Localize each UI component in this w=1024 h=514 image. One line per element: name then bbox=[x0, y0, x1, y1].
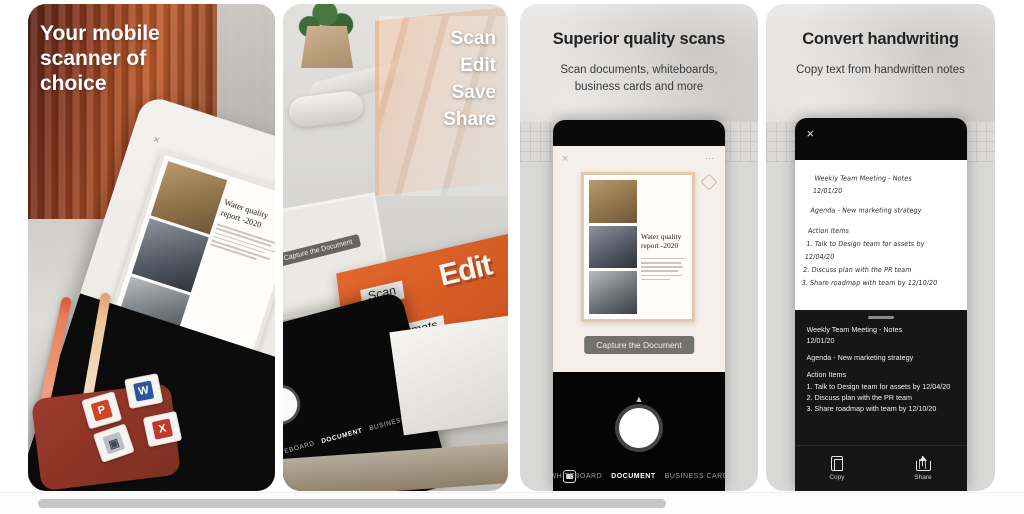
screenshot-panel-2[interactable]: Edit Scan Edit File formats Share Captur… bbox=[283, 4, 508, 491]
panel-4-title: Convert handwriting bbox=[802, 30, 959, 48]
magic-crop-icon[interactable] bbox=[700, 173, 718, 191]
screenshot-panel-4[interactable]: Convert handwriting Copy text from handw… bbox=[766, 4, 995, 491]
share-icon bbox=[916, 456, 932, 471]
highway-interchange-photo bbox=[589, 225, 637, 269]
panel-2-headline: Scan Edit Save Share bbox=[443, 26, 496, 134]
headline-line-1: Scan bbox=[450, 28, 496, 49]
headline-line-1: Your mobile bbox=[40, 22, 160, 45]
headline-line-2: scanner of bbox=[40, 46, 147, 70]
copy-label: Copy bbox=[829, 474, 845, 481]
handwritten-line: 2. Discuss plan with the PR team bbox=[802, 265, 912, 275]
mode-document[interactable]: DOCUMENT bbox=[321, 427, 364, 445]
panel-3-scene: Superior quality scans Scan documents, w… bbox=[520, 4, 758, 491]
screenshot-panel-1[interactable]: × ⋯ Water quality report -2020 bbox=[28, 4, 275, 491]
share-button[interactable]: Share bbox=[914, 456, 932, 481]
red-mat: P W ▣ X bbox=[30, 373, 183, 491]
capture-document-button[interactable]: Capture the Document bbox=[584, 336, 694, 354]
handwritten-line: 12/01/20 bbox=[811, 186, 843, 196]
screenshot-panel-3[interactable]: Superior quality scans Scan documents, w… bbox=[520, 4, 758, 491]
panel-4-scene: Convert handwriting Copy text from handw… bbox=[766, 4, 995, 491]
sheet-grabber-handle[interactable] bbox=[867, 316, 894, 319]
copy-icon bbox=[830, 456, 843, 471]
subtitle-line-2: business cards and more bbox=[574, 80, 704, 93]
panel-2-scene: Edit Scan Edit File formats Share Captur… bbox=[283, 4, 508, 491]
headline-line-2: Edit bbox=[460, 54, 496, 76]
mode-business-card[interactable]: BUSINESS CARD bbox=[665, 473, 725, 480]
converted-line: 1. Talk to Design team for assets by 12/… bbox=[806, 381, 951, 391]
converted-text: Weekly Team Meeting - Notes 12/01/20 Age… bbox=[807, 324, 955, 414]
chevron-up-icon[interactable]: ▲ bbox=[635, 394, 644, 404]
handwritten-note-sheet: Weekly Team Meeting - Notes 12/01/20 Age… bbox=[794, 160, 967, 310]
handwritten-line: 3. Share roadmap with team by 12/10/20 bbox=[800, 278, 938, 288]
converted-line: 2. Discuss plan with the PR team bbox=[806, 392, 912, 402]
plant-pot bbox=[301, 26, 353, 68]
screenshot-gallery[interactable]: × ⋯ Water quality report -2020 bbox=[0, 0, 1024, 514]
word-glyph: W bbox=[133, 380, 155, 402]
headline-line-4: Share bbox=[443, 108, 496, 130]
more-options-icon[interactable]: ⋯ bbox=[705, 153, 715, 164]
horizontal-scrollbar-thumb[interactable] bbox=[38, 499, 666, 508]
panel-3-subtitle: Scan documents, whiteboards, business ca… bbox=[520, 62, 758, 95]
converted-line: Agenda - New marketing strategy bbox=[806, 353, 914, 363]
shutter-button[interactable] bbox=[619, 408, 659, 448]
open-notebook bbox=[389, 314, 508, 436]
close-icon[interactable]: × bbox=[807, 126, 815, 141]
handwritten-line: Agenda - New marketing strategy bbox=[809, 206, 922, 216]
handwritten-line: 1. Talk to Design team for assets by 12/… bbox=[803, 239, 925, 262]
handwritten-note-text: Weekly Team Meeting - Notes 12/01/20 Age… bbox=[800, 172, 961, 290]
scanned-document-preview: Water quality report -2020 bbox=[581, 172, 695, 322]
image-icon-tile: ▣ bbox=[92, 423, 135, 463]
soil-erosion-photo bbox=[589, 180, 637, 223]
subtitle-line-1: Scan documents, whiteboards, bbox=[560, 64, 718, 76]
excel-icon-tile: X bbox=[142, 410, 183, 448]
document-title-line-2: report -2020 bbox=[641, 241, 679, 251]
excel-glyph: X bbox=[151, 418, 174, 440]
close-icon[interactable]: × bbox=[151, 134, 161, 147]
phone-status-bar: × bbox=[794, 118, 967, 160]
panel-1-scene: × ⋯ Water quality report -2020 bbox=[28, 4, 275, 491]
headline-line-3: choice bbox=[40, 71, 107, 95]
handwritten-line: Weekly Team Meeting - Notes bbox=[813, 173, 912, 183]
phone-status-bar bbox=[553, 120, 725, 146]
horizontal-scrollbar-track[interactable] bbox=[0, 492, 1024, 514]
share-label: Share bbox=[914, 474, 932, 481]
bridge-structure-photo bbox=[589, 271, 637, 315]
phone-device-mockup[interactable]: × Weekly Team Meeting - Notes 12/01/20 A… bbox=[794, 118, 967, 491]
handwritten-line: Action Items bbox=[806, 226, 850, 235]
powerpoint-glyph: P bbox=[90, 399, 113, 422]
converted-line: Weekly Team Meeting - Notes bbox=[806, 325, 903, 334]
document-body-text bbox=[641, 257, 687, 281]
word-icon-tile: W bbox=[124, 373, 164, 410]
copy-button[interactable]: Copy bbox=[829, 456, 845, 481]
converted-text-sheet: Weekly Team Meeting - Notes 12/01/20 Age… bbox=[794, 310, 967, 491]
scan-preview-screen: × ⋯ Water quality report -2020 Capture t… bbox=[553, 146, 725, 372]
headline-line-3: Save bbox=[451, 81, 496, 103]
document-photo-column bbox=[589, 180, 637, 315]
panel-1-headline: Your mobile scanner of choice bbox=[40, 22, 223, 96]
panel-3-title: Superior quality scans bbox=[552, 30, 726, 48]
powerpoint-icon-tile: P bbox=[81, 391, 123, 430]
shutter-button[interactable] bbox=[283, 383, 302, 426]
phone-device-mockup[interactable]: × ⋯ Water quality report -2020 Capture t… bbox=[553, 120, 725, 491]
close-icon[interactable]: × bbox=[562, 153, 568, 165]
capture-mode-selector[interactable]: WHITEBOARD DOCUMENT BUSINESS CARD bbox=[553, 473, 725, 480]
converted-line: 12/01/20 bbox=[806, 336, 835, 346]
converted-line: Action Items bbox=[806, 370, 847, 380]
image-glyph: ▣ bbox=[102, 431, 126, 455]
converted-line: 3. Share roadmap with team by 12/10/20 bbox=[806, 403, 937, 413]
panel-4-subtitle: Copy text from handwritten notes bbox=[796, 64, 965, 76]
camera-viewfinder[interactable]: ▲ WHITEBOARD DOCUMENT BUSINESS CARD bbox=[553, 372, 725, 491]
action-bar: Copy Share bbox=[794, 445, 967, 491]
document-title-line-1: Water quality bbox=[641, 232, 682, 241]
mode-document[interactable]: DOCUMENT bbox=[611, 473, 655, 480]
mode-whiteboard[interactable]: WHITEBOARD bbox=[553, 473, 602, 480]
